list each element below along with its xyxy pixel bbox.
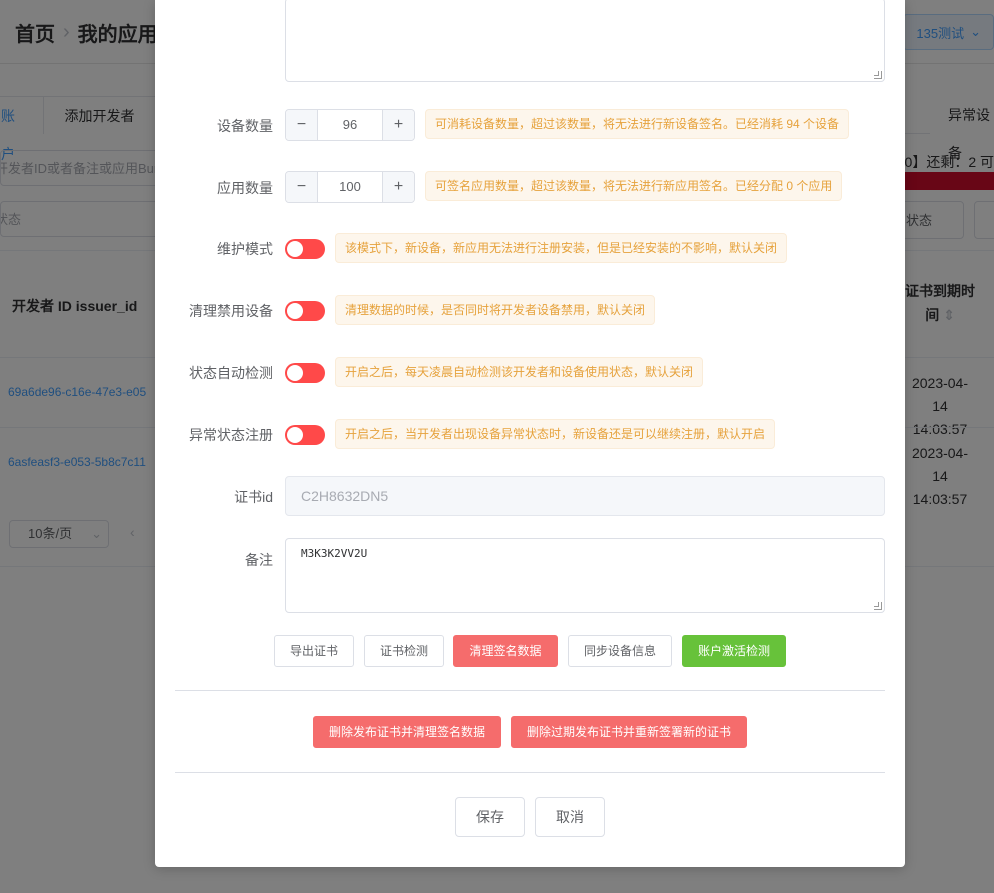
auto-check-toggle[interactable] [285, 363, 325, 383]
abnormal-register-tip: 开启之后，当开发者出现设备异常状态时，新设备还是可以继续注册，默认开启 [335, 419, 776, 449]
minus-icon[interactable]: − [286, 110, 318, 140]
device-count-tip: 可消耗设备数量，超过该数量，将无法进行新设备签名。已经消耗 94 个设备 [425, 109, 850, 139]
device-count-stepper[interactable]: − 96 + [285, 109, 415, 141]
clean-disabled-row: 清理禁用设备 清理数据的时候，是否同时将开发者设备禁用，默认关闭 [155, 295, 905, 325]
delete-expired-cert-resign-button[interactable]: 删除过期发布证书并重新签署新的证书 [511, 716, 747, 748]
save-button[interactable]: 保存 [455, 797, 525, 837]
clear-sign-data-button[interactable]: 清理签名数据 [453, 635, 558, 667]
device-count-label: 设备数量 [217, 118, 273, 134]
app-count-value[interactable]: 100 [318, 172, 382, 202]
app-count-tip: 可签名应用数量，超过该数量，将无法进行新应用签名。已经分配 0 个应用 [425, 171, 843, 201]
device-count-row: 设备数量 − 96 + 可消耗设备数量，超过该数量，将无法进行新设备签名。已经消… [155, 109, 905, 141]
maintenance-toggle[interactable] [285, 239, 325, 259]
note-value: M3K3K2VV2U [301, 547, 368, 560]
maintenance-label: 维护模式 [217, 241, 273, 257]
divider [175, 690, 885, 691]
maintenance-row: 维护模式 该模式下，新设备，新应用无法进行注册安装，但是已经安装的不影响，默认关… [155, 233, 905, 263]
sync-device-info-button[interactable]: 同步设备信息 [568, 635, 672, 667]
account-activation-check-button[interactable]: 账户激活检测 [682, 635, 786, 667]
cert-id-row: 证书id C2H8632DN5 [155, 476, 905, 516]
resize-grip-icon[interactable] [874, 71, 882, 79]
export-cert-button[interactable]: 导出证书 [274, 635, 354, 667]
cert-id-input: C2H8632DN5 [285, 476, 885, 516]
auto-check-label: 状态自动检测 [189, 365, 273, 381]
maintenance-tip: 该模式下，新设备，新应用无法进行注册安装，但是已经安装的不影响，默认关闭 [335, 233, 788, 263]
abnormal-register-label: 异常状态注册 [189, 427, 273, 443]
app-count-label: 应用数量 [217, 180, 273, 196]
top-textarea[interactable] [285, 0, 885, 82]
check-cert-button[interactable]: 证书检测 [364, 635, 444, 667]
divider [175, 772, 885, 773]
plus-icon[interactable]: + [382, 110, 414, 140]
note-label: 备注 [245, 552, 273, 568]
clean-disabled-tip: 清理数据的时候，是否同时将开发者设备禁用，默认关闭 [335, 295, 656, 325]
auto-check-tip: 开启之后，每天凌晨自动检测该开发者和设备使用状态，默认关闭 [335, 357, 704, 387]
clean-disabled-toggle[interactable] [285, 301, 325, 321]
device-count-value[interactable]: 96 [318, 110, 382, 140]
plus-icon[interactable]: + [382, 172, 414, 202]
cert-id-label: 证书id [234, 489, 273, 505]
resize-grip-icon[interactable] [874, 602, 882, 610]
cancel-button[interactable]: 取消 [535, 797, 605, 837]
developer-edit-dialog: 设备数量 − 96 + 可消耗设备数量，超过该数量，将无法进行新设备签名。已经消… [155, 0, 905, 867]
clean-disabled-label: 清理禁用设备 [189, 303, 273, 319]
delete-cert-and-clear-button[interactable]: 删除发布证书并清理签名数据 [313, 716, 501, 748]
note-row: 备注 M3K3K2VV2U [155, 538, 905, 613]
abnormal-register-toggle[interactable] [285, 425, 325, 445]
auto-check-row: 状态自动检测 开启之后，每天凌晨自动检测该开发者和设备使用状态，默认关闭 [155, 357, 905, 387]
app-count-row: 应用数量 − 100 + 可签名应用数量，超过该数量，将无法进行新应用签名。已经… [155, 171, 905, 203]
minus-icon[interactable]: − [286, 172, 318, 202]
app-count-stepper[interactable]: − 100 + [285, 171, 415, 203]
note-textarea[interactable]: M3K3K2VV2U [285, 538, 885, 613]
abnormal-register-row: 异常状态注册 开启之后，当开发者出现设备异常状态时，新设备还是可以继续注册，默认… [155, 419, 905, 449]
